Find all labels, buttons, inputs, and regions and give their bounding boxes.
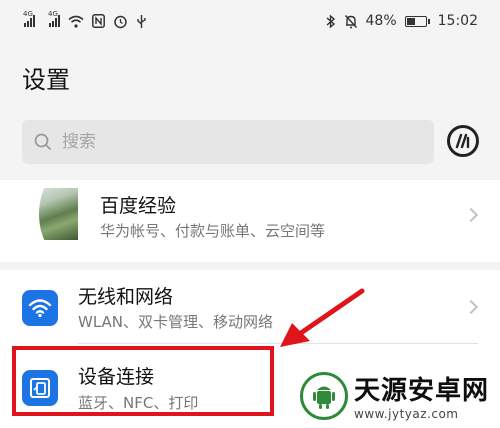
nfc-icon bbox=[92, 14, 105, 28]
status-left: 4G 4G bbox=[23, 10, 147, 29]
assistant-mark-icon bbox=[455, 133, 470, 149]
signal-icon: 4G bbox=[23, 10, 35, 27]
chevron-right-icon bbox=[463, 207, 479, 223]
signal-icon: 4G bbox=[48, 10, 60, 27]
highlight-box bbox=[12, 346, 274, 416]
account-card[interactable]: 百度经验 华为帐号、付款与账单、云空间等 bbox=[0, 180, 500, 262]
search-input[interactable] bbox=[62, 132, 362, 152]
watermark: 天源安卓网 www.jytyaz.com bbox=[300, 370, 489, 421]
settings-item-wireless[interactable]: 无线和网络 WLAN、双卡管理、移动网络 bbox=[0, 270, 500, 352]
silent-bell-icon bbox=[344, 14, 357, 28]
watermark-name: 天源安卓网 bbox=[354, 376, 490, 406]
search-bar[interactable] bbox=[22, 120, 434, 164]
settings-item-subtitle: WLAN、双卡管理、移动网络 bbox=[78, 313, 274, 331]
settings-item-title: 无线和网络 bbox=[78, 286, 174, 308]
watermark-url: www.jytyaz.com bbox=[354, 407, 459, 421]
wifi-status-icon bbox=[68, 15, 84, 28]
account-description: 华为帐号、付款与账单、云空间等 bbox=[100, 222, 326, 240]
page-title: 设置 bbox=[22, 66, 70, 94]
wifi-icon bbox=[22, 290, 58, 326]
status-bar: 4G 4G 48% 15:02 bbox=[0, 0, 500, 42]
status-right: 48% 15:02 bbox=[326, 13, 478, 29]
alarm-icon bbox=[114, 15, 127, 28]
huawei-assistant-icon[interactable] bbox=[447, 125, 479, 157]
android-logo-icon bbox=[300, 371, 348, 420]
signal-label: 4G bbox=[23, 10, 33, 18]
battery-percent: 48% bbox=[365, 13, 397, 29]
search-icon bbox=[34, 133, 52, 151]
battery-icon bbox=[404, 15, 430, 27]
account-row[interactable]: 百度经验 华为帐号、付款与账单、云空间等 bbox=[0, 180, 500, 262]
bluetooth-icon bbox=[326, 13, 335, 29]
chevron-right-icon bbox=[463, 299, 479, 315]
annotation-arrow bbox=[280, 288, 365, 347]
usb-icon bbox=[137, 14, 146, 28]
signal-label: 4G bbox=[48, 10, 58, 18]
clock: 15:02 bbox=[437, 13, 478, 29]
account-name: 百度经验 bbox=[100, 195, 177, 217]
